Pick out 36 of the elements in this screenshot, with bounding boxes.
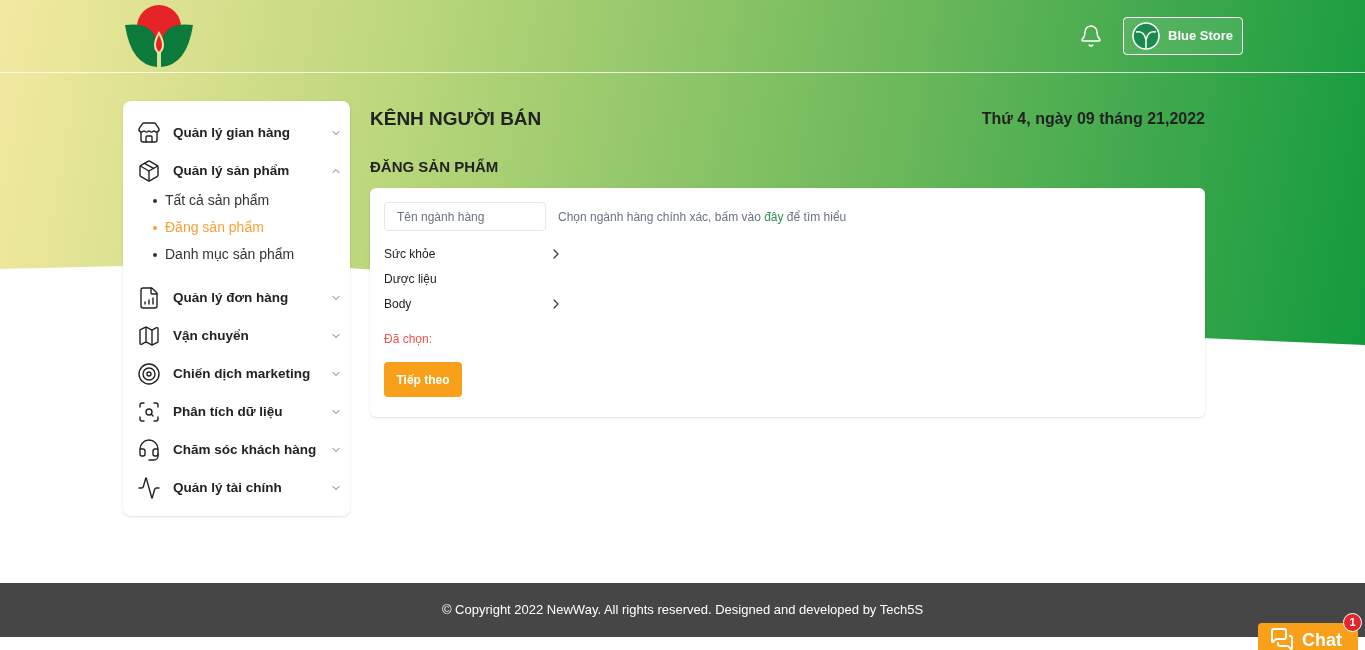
submenu-item[interactable]: Tất cả sản phẩm bbox=[135, 187, 342, 214]
menu-icon bbox=[137, 476, 161, 500]
category-item[interactable]: Sức khỏe bbox=[384, 241, 564, 266]
category-item[interactable]: Dược liệu bbox=[384, 266, 564, 291]
submenu-item[interactable]: Danh mục sản phẩm bbox=[135, 241, 342, 268]
notification-bell-icon[interactable] bbox=[1079, 24, 1103, 48]
category-item[interactable]: Body bbox=[384, 291, 564, 316]
section-title: ĐĂNG SẢN PHẨM bbox=[370, 156, 500, 177]
menu-icon bbox=[137, 324, 161, 348]
sidebar-item[interactable]: Chiến dịch marketing bbox=[135, 358, 342, 390]
sidebar-item[interactable]: Quản lý đơn hàng bbox=[135, 282, 342, 314]
sidebar-item[interactable]: Phân tích dữ liệu bbox=[135, 396, 342, 428]
store-logo-icon bbox=[1132, 22, 1160, 50]
chat-icon bbox=[1270, 627, 1294, 650]
menu-icon bbox=[137, 159, 161, 183]
copyright-text: © Copyright 2022 NewWay. All rights reserved. Designed and developed by Tech5S bbox=[441, 601, 924, 620]
menu-icon bbox=[137, 400, 161, 424]
menu-icon bbox=[137, 121, 161, 145]
sidebar-item[interactable]: Vận chuyển bbox=[135, 320, 342, 352]
bullet-icon bbox=[153, 252, 157, 257]
sidebar-item[interactable]: Quản lý tài chính bbox=[135, 472, 342, 504]
menu-icon bbox=[137, 286, 161, 310]
menu-icon bbox=[137, 438, 161, 462]
page-title: KÊNH NGƯỜI BÁN bbox=[370, 107, 542, 131]
date-text: Thứ 4, ngày 09 tháng 21,2022 bbox=[981, 109, 1205, 130]
sidebar-item[interactable]: Quản lý sản phẩm bbox=[135, 155, 342, 187]
menu-icon bbox=[137, 362, 161, 386]
learn-more-link[interactable]: đây bbox=[764, 209, 784, 224]
selected-label: Đã chọn: bbox=[384, 331, 434, 348]
bullet-icon bbox=[153, 225, 157, 230]
category-search-field[interactable]: Tên ngành hàng bbox=[384, 202, 546, 231]
sidebar-item[interactable]: Chăm sóc khách hàng bbox=[135, 434, 342, 466]
sidebar-item[interactable]: Quản lý gian hàng bbox=[135, 117, 342, 149]
logo-icon bbox=[123, 3, 195, 69]
hint-text: Chọn ngành hàng chính xác, bấm vào đây để tìm hiểu bbox=[558, 208, 847, 226]
bullet-icon bbox=[153, 198, 157, 203]
